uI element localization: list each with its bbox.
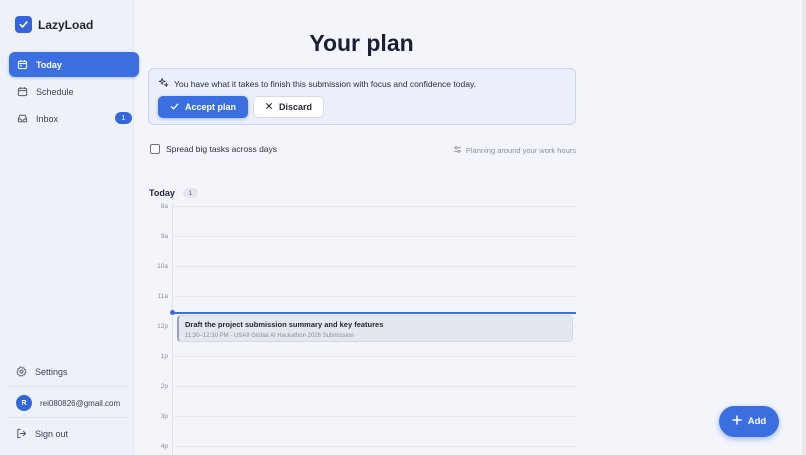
hour-gridline (172, 446, 576, 447)
current-time-dot (170, 310, 175, 315)
day-task-count: 1 (182, 188, 198, 198)
banner-message: You have what it takes to finish this su… (158, 77, 476, 90)
check-logo-icon (15, 16, 32, 33)
sign-out-button[interactable]: Sign out (9, 424, 127, 444)
hour-row: 4p (148, 443, 576, 455)
task-meta: 11:30–12:30 PM · USAII Global AI Hackath… (185, 333, 354, 339)
sidebar-item-schedule[interactable]: Schedule (9, 79, 139, 104)
sidebar-item-label: Schedule (36, 86, 74, 97)
app-name: LazyLoad (38, 17, 94, 32)
inbox-count-badge: 1 (115, 112, 132, 124)
day-header: Today 1 (149, 188, 198, 198)
hour-label: 11a (157, 293, 168, 300)
hour-label: 4p (160, 443, 168, 450)
work-hours-label: Planning around your work hours (465, 146, 576, 155)
hour-label: 2p (160, 383, 168, 390)
check-icon (170, 102, 179, 113)
hour-gridline (172, 296, 576, 297)
plus-icon (732, 415, 742, 428)
hour-label: 9a (160, 233, 168, 240)
settings-label: Settings (35, 367, 68, 377)
page-title: Your plan (309, 30, 414, 56)
discard-label: Discard (278, 102, 313, 112)
spread-tasks-checkbox[interactable] (150, 144, 160, 154)
divider (9, 386, 127, 387)
hour-label: 12p (157, 323, 168, 330)
day-label: Today (149, 188, 175, 198)
avatar: R (16, 395, 32, 411)
add-task-button[interactable]: Add (719, 406, 779, 437)
banner-text: You have what it takes to finish this su… (174, 78, 476, 89)
hour-label: 10a (157, 263, 168, 270)
hour-row: 8a (148, 203, 576, 236)
plan-banner: You have what it takes to finish this su… (148, 68, 576, 125)
hour-label: 3p (160, 413, 168, 420)
hour-row: 10a (148, 263, 576, 296)
work-hours-note: Planning around your work hours (453, 145, 576, 156)
hour-row: 3p (148, 413, 576, 446)
calendar-today-icon (17, 59, 28, 70)
hour-row: 9a (148, 233, 576, 266)
sidebar-item-today[interactable]: Today (9, 52, 139, 77)
hour-row: 1p (148, 353, 576, 386)
sidebar-footer: Settings R rei080826@gmail.com Sign out (9, 362, 127, 444)
hour-row: 2p (148, 383, 576, 416)
hour-gridline (172, 206, 576, 207)
scheduled-task-card[interactable]: Draft the project submission summary and… (177, 315, 573, 342)
sidebar: LazyLoad Today Schedule Inbox 1 Settings… (0, 0, 139, 455)
accept-plan-label: Accept plan (184, 102, 236, 112)
hour-gridline (172, 386, 576, 387)
hour-label: 1p (160, 353, 168, 360)
close-icon (265, 102, 273, 112)
divider (9, 417, 127, 418)
current-time-line (172, 312, 576, 314)
inbox-icon (17, 113, 28, 124)
hour-gridline (172, 266, 576, 267)
sidebar-nav: Today Schedule Inbox 1 (9, 52, 139, 133)
user-account[interactable]: R rei080826@gmail.com (9, 393, 127, 413)
add-label: Add (747, 416, 767, 427)
sliders-icon (453, 145, 462, 156)
settings-link[interactable]: Settings (9, 362, 127, 382)
sidebar-item-inbox[interactable]: Inbox 1 (9, 106, 139, 131)
sidebar-item-label: Today (36, 59, 62, 70)
accept-plan-button[interactable]: Accept plan (158, 96, 248, 118)
main-content: Your plan You have what it takes to fini… (134, 0, 806, 455)
sparkles-icon (158, 77, 169, 90)
page-scrollbar[interactable] (802, 0, 806, 455)
hour-gridline (172, 236, 576, 237)
sign-out-label: Sign out (35, 429, 69, 439)
discard-button[interactable]: Discard (253, 96, 324, 118)
sidebar-item-label: Inbox (36, 113, 59, 124)
spread-tasks-label: Spread big tasks across days (166, 144, 278, 154)
hour-label: 8a (160, 203, 168, 210)
sign-out-icon (16, 428, 27, 441)
day-timeline[interactable]: 8a 9a 10a 11a 12p 1p 2p 3p 4p Draft the … (148, 203, 576, 455)
task-title: Draft the project submission summary and… (185, 320, 384, 329)
spread-tasks-option[interactable]: Spread big tasks across days (150, 144, 277, 154)
hour-gridline (172, 356, 576, 357)
hour-gridline (172, 416, 576, 417)
calendar-icon (17, 86, 28, 97)
brand[interactable]: LazyLoad (15, 16, 93, 33)
user-email: rei080826@gmail.com (40, 398, 121, 408)
gear-icon (16, 366, 27, 379)
